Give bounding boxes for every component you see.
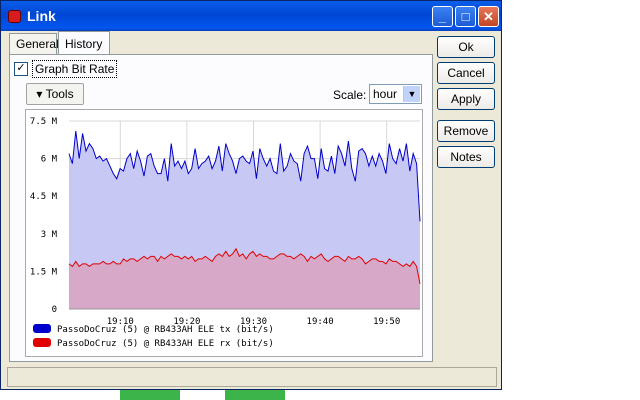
graph-bit-rate-label[interactable]: Graph Bit Rate [32,60,118,78]
minimize-button[interactable]: _ [432,6,453,27]
title-bar[interactable]: Link _ □ ✕ [1,1,501,31]
legend-label: PassoDoCruz (5) @ RB433AH ELE tx (bit/s) [57,325,274,335]
y-tick-label: 3 M [41,230,58,240]
apply-button[interactable]: Apply [437,88,495,110]
ok-button[interactable]: Ok [437,36,495,58]
y-tick-label: 7.5 M [30,117,58,127]
desktop-background [498,0,640,400]
y-tick-label: 0 [52,305,57,315]
y-tick-label: 4.5 M [30,192,58,202]
x-tick-label: 19:50 [373,317,400,327]
scale-label: Scale: [333,88,367,102]
scale-value: hour [373,87,398,101]
x-tick-label: 19:40 [307,317,334,327]
maximize-button[interactable]: □ [455,6,476,27]
window-title: Link [27,8,56,24]
legend-label: PassoDoCruz (5) @ RB433AH ELE rx (bit/s) [57,339,274,349]
traffic-chart: 7.5 M6 M 4.5 M3 M 1.5 M 0 19:10 19:20 19:30 19:… [25,109,423,357]
y-tick-label: 6 M [41,155,58,165]
remove-button[interactable]: Remove [437,120,495,142]
cancel-button[interactable]: Cancel [437,62,495,84]
graph-bit-rate-checkbox[interactable]: ✓ [14,62,28,76]
chart-svg: 7.5 M6 M4.5 M3 M1.5 M019:10 19:20 19:30 19:… [30,117,421,349]
legend-swatch [33,338,51,347]
tab-history[interactable]: History [58,31,110,54]
tools-button[interactable]: ▾ Tools [26,83,84,105]
status-bar [7,367,497,387]
link-window: Link _ □ ✕ General History ✓ Graph Bit R… [0,0,502,390]
legend-swatch [33,324,51,333]
y-tick-label: 1.5 M [30,267,58,277]
close-button[interactable]: ✕ [478,6,499,27]
chevron-down-icon[interactable]: ▼ [403,86,420,102]
tab-general[interactable]: General [9,33,59,54]
scale-select[interactable]: hour ▼ [369,84,422,104]
app-icon [8,10,21,23]
notes-button[interactable]: Notes [437,146,495,168]
